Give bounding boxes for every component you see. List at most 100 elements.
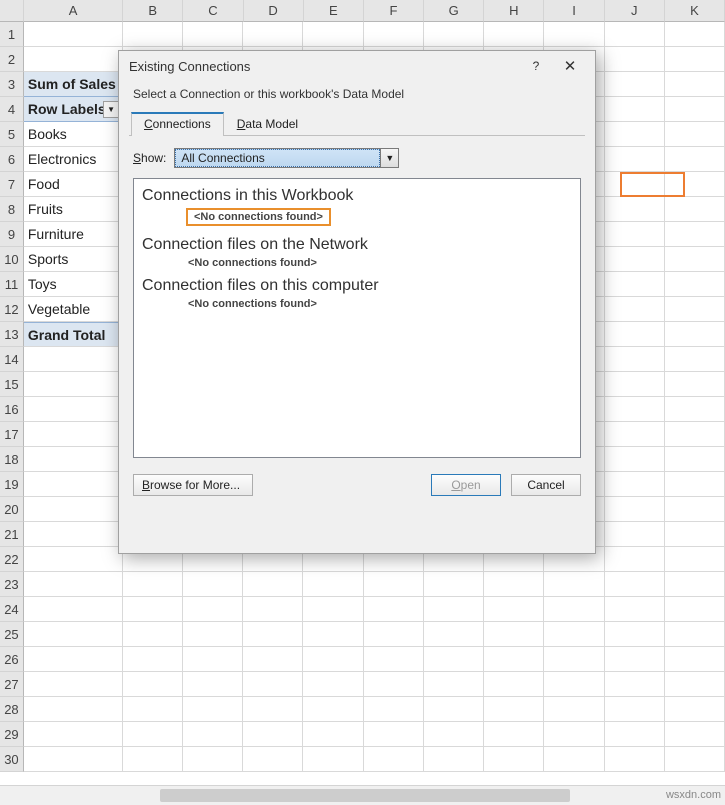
cell[interactable] <box>24 697 123 722</box>
cell[interactable] <box>123 22 183 47</box>
row-header[interactable]: 29 <box>0 722 24 747</box>
cell[interactable]: Sports <box>24 247 123 272</box>
cell[interactable] <box>424 672 484 697</box>
cell[interactable] <box>665 372 725 397</box>
cell[interactable] <box>665 272 725 297</box>
cell[interactable] <box>665 22 725 47</box>
cell[interactable]: Electronics <box>24 147 123 172</box>
column-header[interactable]: J <box>605 0 665 22</box>
cell[interactable] <box>364 647 424 672</box>
cell[interactable]: Fruits <box>24 197 123 222</box>
cell[interactable] <box>364 697 424 722</box>
row-header[interactable]: 30 <box>0 747 24 772</box>
cell[interactable]: Sum of Sales <box>24 72 123 97</box>
cell[interactable] <box>183 697 243 722</box>
row-header[interactable]: 25 <box>0 622 24 647</box>
close-button[interactable]: ✕ <box>553 53 587 79</box>
cell[interactable] <box>665 697 725 722</box>
cell[interactable] <box>605 422 665 447</box>
cell[interactable] <box>303 697 363 722</box>
column-header[interactable]: K <box>665 0 725 22</box>
cell[interactable] <box>183 747 243 772</box>
cell[interactable] <box>665 447 725 472</box>
cell[interactable] <box>364 722 424 747</box>
cell[interactable] <box>605 597 665 622</box>
cell[interactable] <box>544 647 604 672</box>
cell[interactable] <box>605 47 665 72</box>
cell[interactable] <box>243 647 303 672</box>
cell[interactable] <box>24 747 123 772</box>
cell[interactable] <box>24 47 123 72</box>
column-header[interactable]: C <box>183 0 243 22</box>
cell[interactable] <box>605 672 665 697</box>
cell[interactable] <box>605 197 665 222</box>
cell[interactable] <box>364 672 424 697</box>
row-header[interactable]: 27 <box>0 672 24 697</box>
horizontal-scrollbar[interactable] <box>0 785 725 805</box>
cell[interactable] <box>605 622 665 647</box>
cell[interactable] <box>605 222 665 247</box>
cell[interactable] <box>605 272 665 297</box>
cell[interactable] <box>484 572 544 597</box>
cell[interactable] <box>605 647 665 672</box>
cell[interactable]: Furniture <box>24 222 123 247</box>
cell[interactable] <box>123 697 183 722</box>
cell[interactable] <box>24 372 123 397</box>
cell[interactable] <box>24 722 123 747</box>
cell[interactable] <box>665 522 725 547</box>
cell[interactable] <box>605 522 665 547</box>
cell[interactable] <box>24 497 123 522</box>
select-all-corner[interactable] <box>0 0 24 22</box>
row-header[interactable]: 12 <box>0 297 24 322</box>
cell[interactable] <box>665 572 725 597</box>
cell[interactable] <box>544 22 604 47</box>
row-header[interactable]: 5 <box>0 122 24 147</box>
tab-data-model[interactable]: Data Model <box>224 112 311 136</box>
cell[interactable] <box>123 572 183 597</box>
cell[interactable] <box>665 397 725 422</box>
cell[interactable]: Books <box>24 122 123 147</box>
cell[interactable] <box>123 622 183 647</box>
cell[interactable] <box>605 572 665 597</box>
row-header[interactable]: 17 <box>0 422 24 447</box>
cell[interactable] <box>24 447 123 472</box>
cell[interactable]: Food <box>24 172 123 197</box>
cell[interactable] <box>243 597 303 622</box>
row-header[interactable]: 22 <box>0 547 24 572</box>
row-header[interactable]: 9 <box>0 222 24 247</box>
cell[interactable] <box>605 547 665 572</box>
row-header[interactable]: 11 <box>0 272 24 297</box>
scrollbar-thumb[interactable] <box>160 789 570 802</box>
cell[interactable] <box>183 22 243 47</box>
cell[interactable] <box>544 697 604 722</box>
cell[interactable] <box>24 572 123 597</box>
row-header[interactable]: 21 <box>0 522 24 547</box>
cell[interactable] <box>303 622 363 647</box>
cell[interactable] <box>544 747 604 772</box>
cell[interactable]: Vegetable <box>24 297 123 322</box>
column-header[interactable]: I <box>544 0 604 22</box>
cell[interactable] <box>484 697 544 722</box>
row-header[interactable]: 26 <box>0 647 24 672</box>
cell[interactable] <box>303 672 363 697</box>
cell[interactable] <box>24 547 123 572</box>
cell[interactable] <box>665 472 725 497</box>
row-header[interactable]: 24 <box>0 597 24 622</box>
cell[interactable] <box>303 647 363 672</box>
cell[interactable] <box>183 722 243 747</box>
cell[interactable] <box>303 572 363 597</box>
cell[interactable] <box>424 647 484 672</box>
cell[interactable] <box>183 647 243 672</box>
cell[interactable] <box>364 747 424 772</box>
cell[interactable] <box>484 22 544 47</box>
cell[interactable] <box>424 597 484 622</box>
cell[interactable] <box>364 572 424 597</box>
column-header[interactable]: D <box>244 0 304 22</box>
row-header[interactable]: 18 <box>0 447 24 472</box>
cell[interactable] <box>605 447 665 472</box>
cell[interactable] <box>484 722 544 747</box>
cell[interactable] <box>24 347 123 372</box>
cell[interactable] <box>183 622 243 647</box>
cell[interactable] <box>665 547 725 572</box>
cell[interactable] <box>605 397 665 422</box>
